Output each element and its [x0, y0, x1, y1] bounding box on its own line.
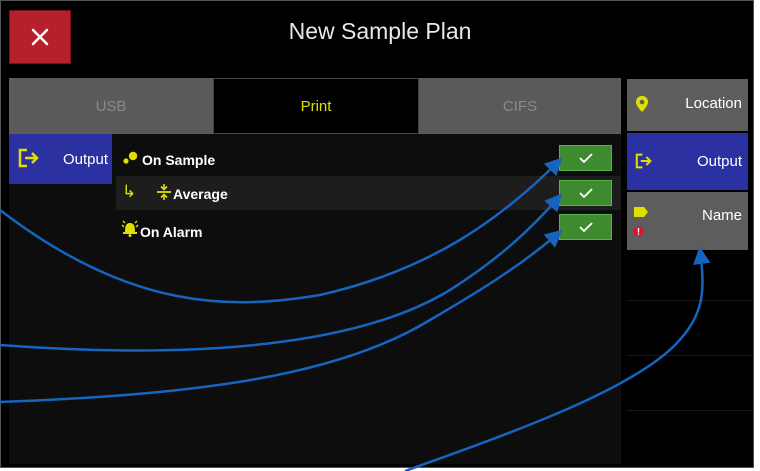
sub-item-arrow-icon: ↳ [122, 182, 137, 201]
row-label: On Alarm [140, 224, 203, 240]
sidebar-divider [627, 355, 754, 356]
on-sample-checkbox[interactable] [559, 145, 612, 171]
list-item-on-alarm[interactable]: On Alarm [116, 214, 621, 248]
tab-bar: USB Print CIFS [9, 78, 621, 134]
check-icon [578, 153, 593, 164]
row-label: On Sample [142, 152, 216, 168]
sidebar-item-label: Location [685, 95, 742, 112]
sidebar-item-label: Name [701, 207, 742, 224]
tag-icon [633, 205, 649, 222]
output-nav-button[interactable]: Output [9, 134, 112, 184]
output-icon [18, 148, 40, 173]
list-item-on-sample[interactable]: On Sample [116, 142, 621, 176]
sidebar-divider [627, 410, 754, 411]
output-icon [635, 153, 653, 173]
average-checkbox[interactable] [559, 180, 612, 206]
alarm-bell-icon [120, 219, 140, 240]
tab-usb[interactable]: USB [9, 78, 213, 134]
check-icon [578, 188, 593, 199]
average-icon [156, 183, 172, 204]
sidebar-divider [627, 300, 754, 301]
list-item-average[interactable]: ↳ Average [116, 176, 621, 210]
tab-print[interactable]: Print [213, 78, 419, 134]
check-icon [578, 222, 593, 233]
sample-dots-icon [122, 150, 140, 169]
tab-cifs[interactable]: CIFS [419, 78, 621, 134]
sidebar-item-label: Output [696, 153, 742, 170]
sidebar-item-output[interactable]: Output [627, 133, 748, 190]
error-indicator-icon [633, 224, 644, 241]
sidebar-item-name[interactable]: Name [627, 192, 748, 250]
output-nav-label: Output [63, 151, 109, 168]
row-label: Average [173, 186, 228, 202]
sidebar-item-location[interactable]: Location [627, 79, 748, 131]
location-pin-icon [635, 95, 649, 117]
page-title: New Sample Plan [288, 18, 472, 44]
on-alarm-checkbox[interactable] [559, 214, 612, 240]
